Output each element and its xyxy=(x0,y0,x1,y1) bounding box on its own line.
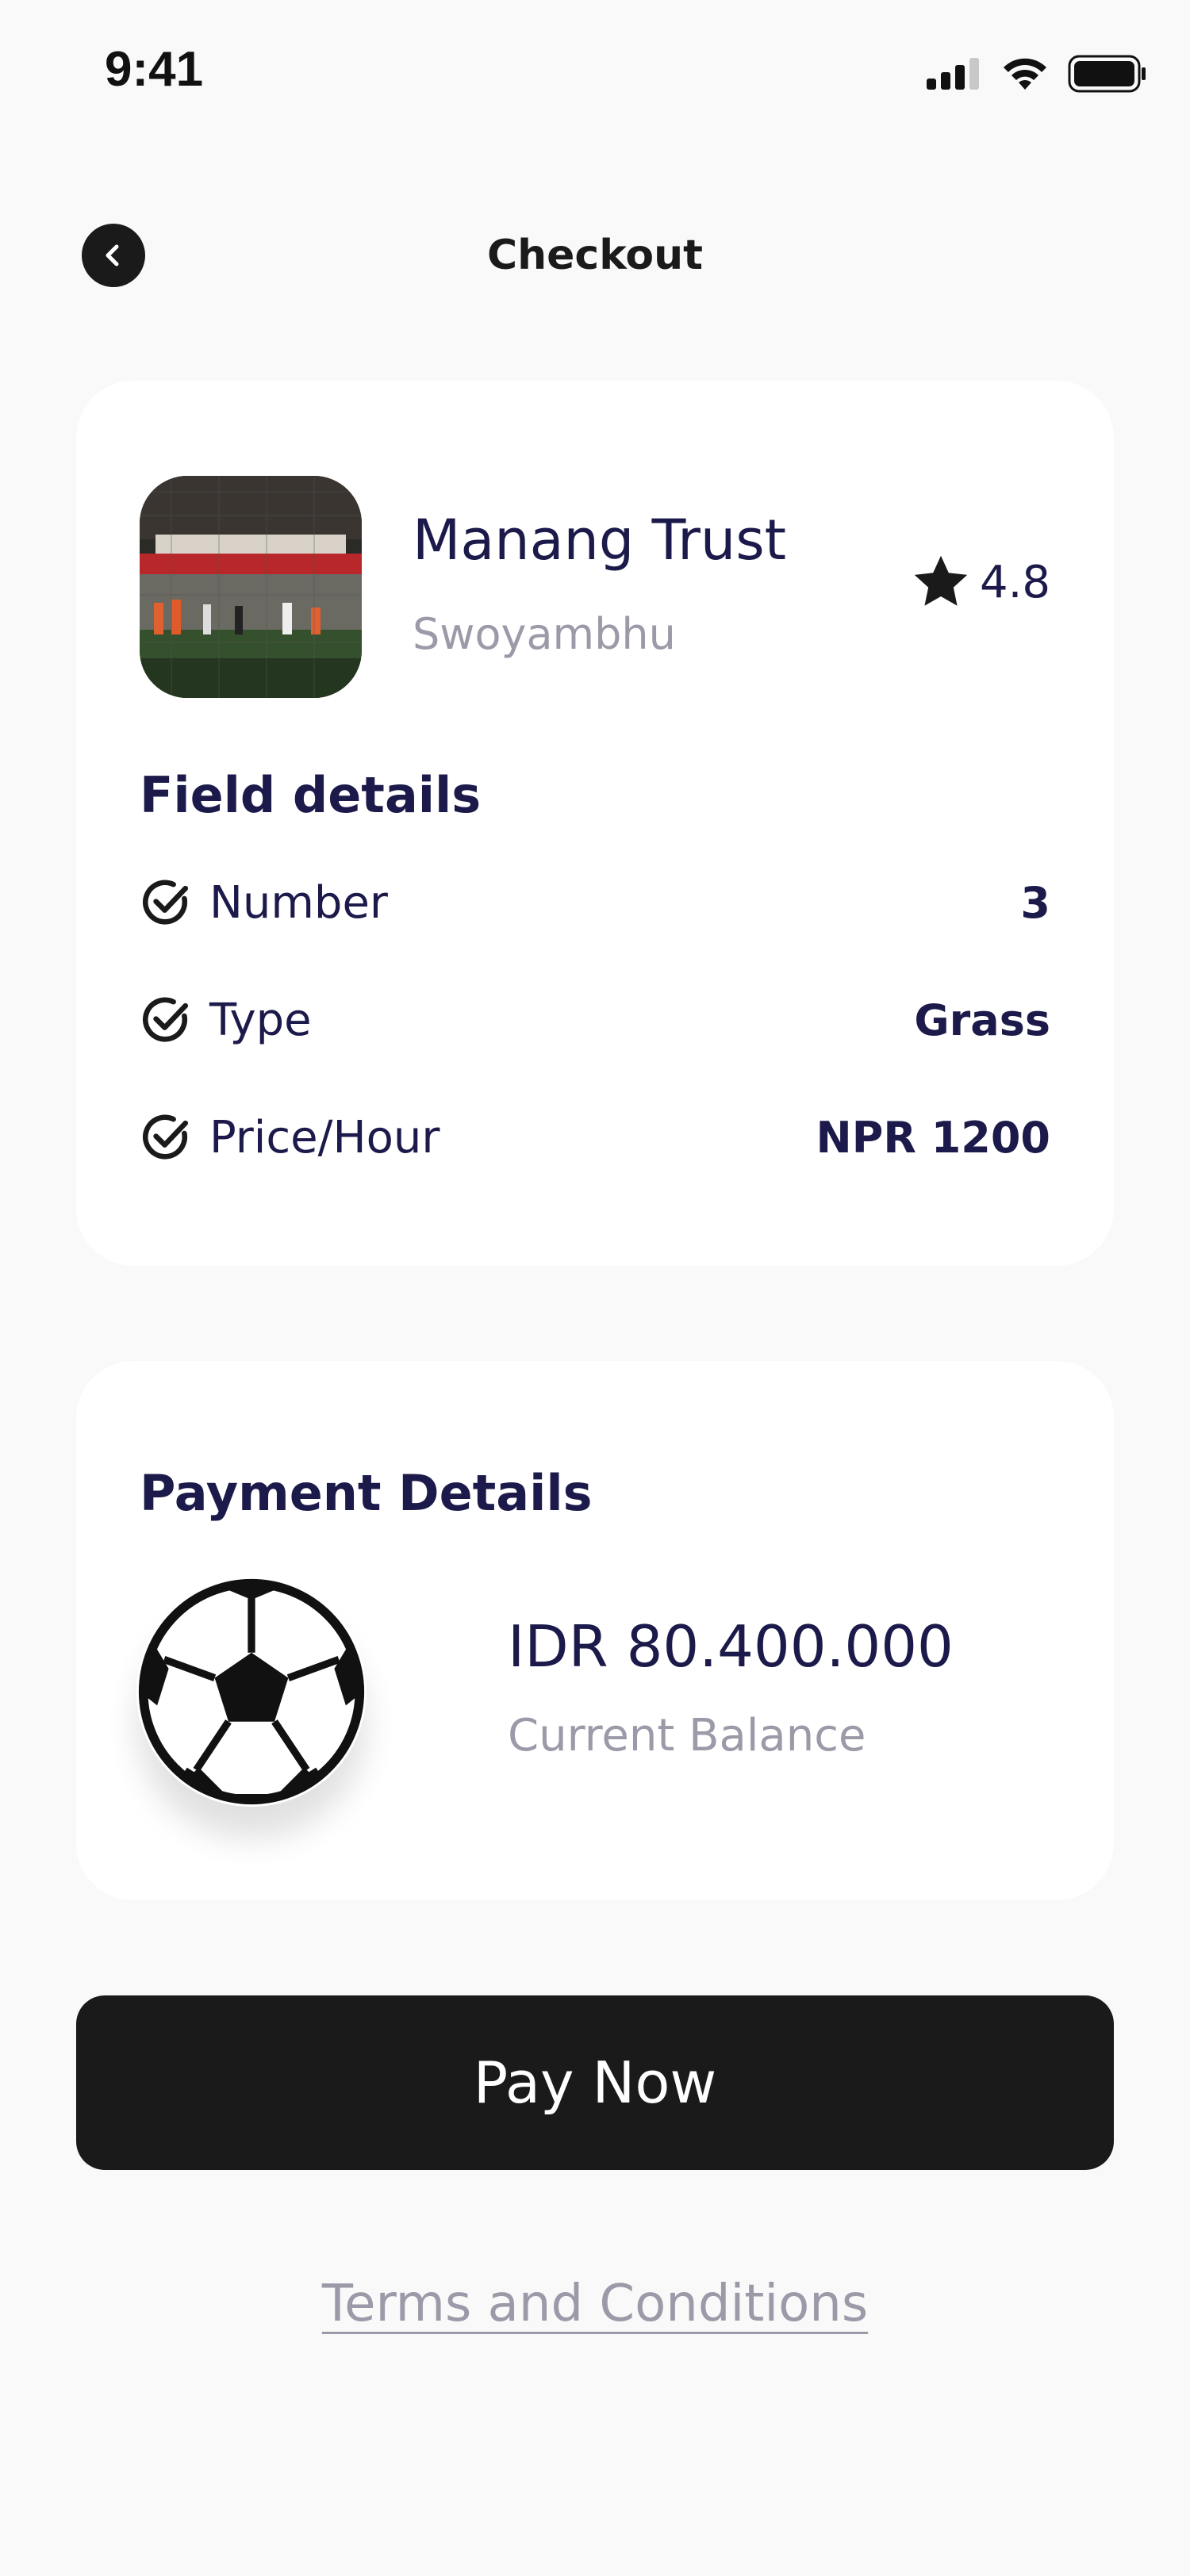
venue-photo xyxy=(140,476,362,698)
balance-label: Current Balance xyxy=(508,1710,866,1761)
detail-value: 3 xyxy=(1020,877,1050,928)
status-icons xyxy=(927,54,1147,94)
payment-details-title: Payment Details xyxy=(140,1464,593,1522)
signal-icon xyxy=(927,58,979,90)
detail-row-price: Price/Hour NPR 1200 xyxy=(140,1106,1050,1169)
star-icon xyxy=(914,555,968,606)
pay-now-button[interactable]: Pay Now xyxy=(76,1995,1114,2170)
terms-and-conditions-link[interactable]: Terms and Conditions xyxy=(0,2275,1190,2333)
venue-card: Manang Trust Swoyambhu 4.8 Field details… xyxy=(76,381,1114,1266)
detail-row-type: Type Grass xyxy=(140,988,1050,1052)
payment-card: Payment Details IDR 80.400.000 Current B… xyxy=(76,1361,1114,1900)
detail-value: NPR 1200 xyxy=(816,1112,1050,1163)
check-circle-icon xyxy=(142,880,189,925)
header: Checkout xyxy=(0,214,1190,293)
venue-name: Manang Trust xyxy=(413,508,787,573)
status-time: 9:41 xyxy=(105,42,204,97)
check-circle-icon xyxy=(142,997,189,1042)
detail-label: Number xyxy=(209,876,388,929)
detail-label: Type xyxy=(209,994,312,1046)
status-bar: 9:41 xyxy=(0,0,1190,143)
detail-label: Price/Hour xyxy=(209,1111,440,1163)
rating: 4.8 xyxy=(910,552,1050,612)
rating-value: 4.8 xyxy=(979,556,1050,608)
check-circle-icon xyxy=(142,1114,189,1160)
field-details-title: Field details xyxy=(140,766,482,824)
venue-location: Swoyambhu xyxy=(413,609,676,659)
wifi-icon xyxy=(1004,58,1046,90)
balance-amount: IDR 80.400.000 xyxy=(508,1613,954,1680)
detail-row-number: Number 3 xyxy=(140,871,1050,934)
page-title: Checkout xyxy=(486,232,704,279)
soccer-ball-icon xyxy=(136,1577,367,1807)
detail-value: Grass xyxy=(914,995,1050,1045)
battery-icon xyxy=(1068,55,1146,93)
